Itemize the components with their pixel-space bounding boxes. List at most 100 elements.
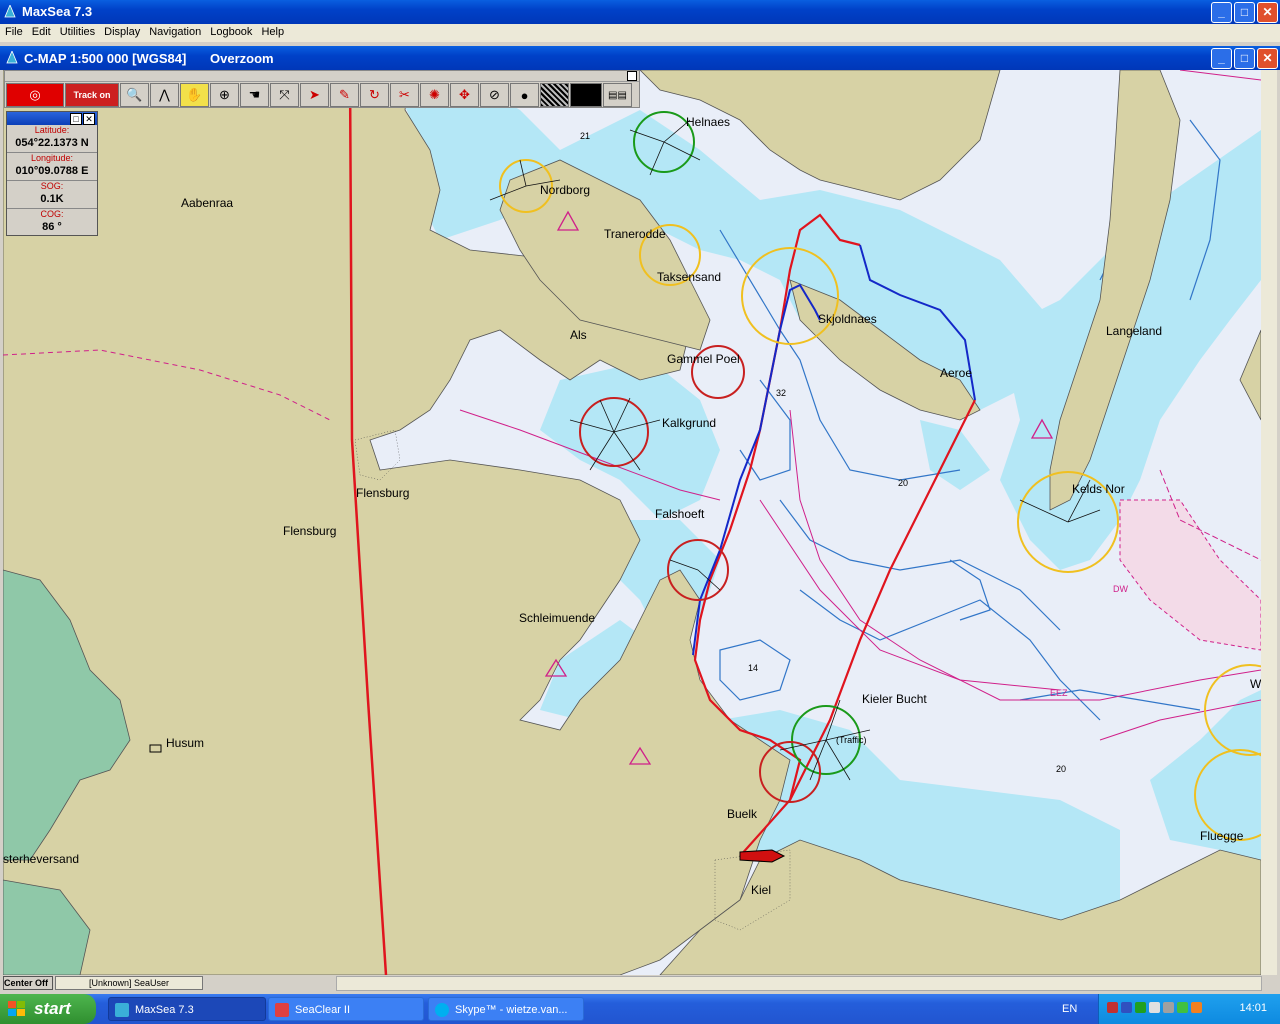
- user-status: [Unknown] SeaUser: [55, 976, 203, 990]
- divider-icon: ⋀: [159, 87, 170, 102]
- cut-button[interactable]: ✂: [390, 83, 419, 107]
- hand-icon: ☚: [248, 87, 261, 102]
- mark-button[interactable]: ●: [510, 83, 539, 107]
- menu-logbook[interactable]: Logbook: [205, 24, 256, 38]
- maxsea-app-icon: [4, 5, 16, 18]
- pencil-icon: ✎: [339, 87, 350, 102]
- panel-close-button[interactable]: ✕: [83, 113, 95, 125]
- tray-icon[interactable]: [1163, 1002, 1174, 1013]
- layers-icon: ▤▤: [608, 89, 627, 101]
- menu-help[interactable]: Help: [256, 24, 288, 38]
- panel-restore-button[interactable]: □: [70, 113, 82, 125]
- sounding: 21: [580, 131, 590, 141]
- center-off-button[interactable]: Center Off: [3, 976, 53, 990]
- menu-navigation[interactable]: Navigation: [144, 24, 205, 38]
- menu-bar: File Edit Utilities Display Navigation Logboo…: [0, 24, 1280, 42]
- select-button[interactable]: ➤: [300, 83, 329, 107]
- label-kiel: Kiel: [751, 883, 771, 897]
- close-button[interactable]: ✕: [1257, 2, 1278, 23]
- scissors-icon: ✂: [399, 87, 410, 102]
- label-w: W: [1250, 677, 1261, 691]
- tray-icon[interactable]: [1149, 1002, 1160, 1013]
- windows-flag-icon: [8, 1001, 25, 1016]
- child-close-button[interactable]: ✕: [1257, 48, 1278, 69]
- mob-button[interactable]: ◎: [6, 83, 64, 107]
- rotate-icon: ↻: [369, 87, 380, 102]
- dw-label: DW: [1113, 584, 1128, 594]
- menu-file[interactable]: File: [0, 24, 27, 38]
- longitude-label: Longitude:: [30, 153, 74, 163]
- task-skype[interactable]: Skype™ - wietze.van...: [428, 997, 584, 1021]
- label-als: Als: [570, 328, 587, 342]
- nautical-chart[interactable]: Helnaes Nordborg Tranerodde Taksensand S…: [3, 70, 1261, 975]
- layers-button[interactable]: ▤▤: [603, 83, 632, 107]
- start-button[interactable]: start: [0, 994, 96, 1024]
- longitude-value: 010°09.0788 E: [15, 165, 89, 177]
- fill-button[interactable]: [570, 83, 602, 107]
- tray-icon[interactable]: [1135, 1002, 1146, 1013]
- route-button[interactable]: ⤧: [270, 83, 299, 107]
- cog-value: 86 °: [42, 221, 62, 233]
- erase-button[interactable]: ⊘: [480, 83, 509, 107]
- track-on-button[interactable]: Track on: [65, 83, 119, 107]
- sounding: 20: [1056, 764, 1066, 774]
- menu-utilities[interactable]: Utilities: [55, 24, 99, 38]
- vertical-scrollbar[interactable]: [1261, 70, 1277, 975]
- hatch-button[interactable]: [540, 83, 569, 107]
- label-kieler-bucht: Kieler Bucht: [862, 692, 927, 706]
- draw-button[interactable]: ✎: [330, 83, 359, 107]
- label-nordborg: Nordborg: [540, 183, 590, 197]
- app-title: MaxSea 7.3: [22, 4, 93, 19]
- tray-icon[interactable]: [1121, 1002, 1132, 1013]
- skype-task-icon: [435, 1003, 449, 1017]
- move-button[interactable]: ✥: [450, 83, 479, 107]
- magnifier-icon: 🔍: [126, 87, 143, 102]
- erase-icon: ⊘: [489, 87, 500, 102]
- label-langeland: Langeland: [1106, 324, 1162, 338]
- label-tranerodde: Tranerodde: [604, 227, 666, 241]
- maxsea-task-icon: [115, 1003, 129, 1017]
- chart-canvas[interactable]: Helnaes Nordborg Tranerodde Taksensand S…: [3, 70, 1261, 975]
- label-flensburg-town: Flensburg: [356, 486, 409, 500]
- rotate-button[interactable]: ↻: [360, 83, 389, 107]
- dot-icon: ●: [520, 87, 529, 103]
- tray-icon[interactable]: [1107, 1002, 1118, 1013]
- task-label: SeaClear II: [295, 1004, 351, 1016]
- tray-icon[interactable]: [1177, 1002, 1188, 1013]
- sog-value: 0.1K: [40, 193, 64, 205]
- pan-button[interactable]: ✋: [180, 83, 209, 107]
- child-minimize-button[interactable]: _: [1211, 48, 1232, 69]
- app-titlebar: MaxSea 7.3 _ □ ✕: [0, 0, 1280, 24]
- label-helnaes: Helnaes: [686, 115, 730, 129]
- latitude-value: 054°22.1373 N: [15, 137, 89, 149]
- cog-label: COG:: [40, 209, 64, 219]
- horizontal-scrollbar[interactable]: [336, 976, 1262, 991]
- label-skjoldnaes: Skjoldnaes: [818, 312, 877, 326]
- zoom-button[interactable]: 🔍: [120, 83, 149, 107]
- grab-button[interactable]: ☚: [240, 83, 269, 107]
- center-button[interactable]: ⊕: [210, 83, 239, 107]
- target-icon: ◎: [29, 87, 41, 102]
- maximize-button[interactable]: □: [1234, 2, 1255, 23]
- move-icon: ✥: [459, 87, 470, 102]
- label-kelds-nor: Kelds Nor: [1072, 482, 1125, 496]
- menu-display[interactable]: Display: [99, 24, 144, 38]
- task-maxsea[interactable]: MaxSea 7.3: [108, 997, 266, 1021]
- navigation-info-panel: □ ✕ Latitude: 054°22.1373 N Longitude: 010…: [6, 111, 98, 236]
- minimize-button[interactable]: _: [1211, 2, 1232, 23]
- compass-tool-button[interactable]: ⋀: [150, 83, 179, 107]
- label-aabenraa: Aabenraa: [181, 196, 233, 210]
- menu-edit[interactable]: Edit: [27, 24, 55, 38]
- eez-label: EEZ: [1050, 688, 1068, 698]
- language-indicator[interactable]: EN: [1062, 1003, 1077, 1015]
- tray-icon[interactable]: [1191, 1002, 1202, 1013]
- chart-mode-label: Overzoom: [210, 51, 274, 66]
- child-maximize-button[interactable]: □: [1234, 48, 1255, 69]
- label-fluegge: Fluegge: [1200, 829, 1244, 843]
- crosshair-icon: ⊕: [219, 87, 230, 102]
- task-seaclear[interactable]: SeaClear II: [268, 997, 424, 1021]
- arrow-icon: ➤: [309, 87, 320, 102]
- toolbar-restore-button[interactable]: [627, 71, 637, 81]
- task-label: MaxSea 7.3: [135, 1004, 194, 1016]
- waypoint-button[interactable]: ✺: [420, 83, 449, 107]
